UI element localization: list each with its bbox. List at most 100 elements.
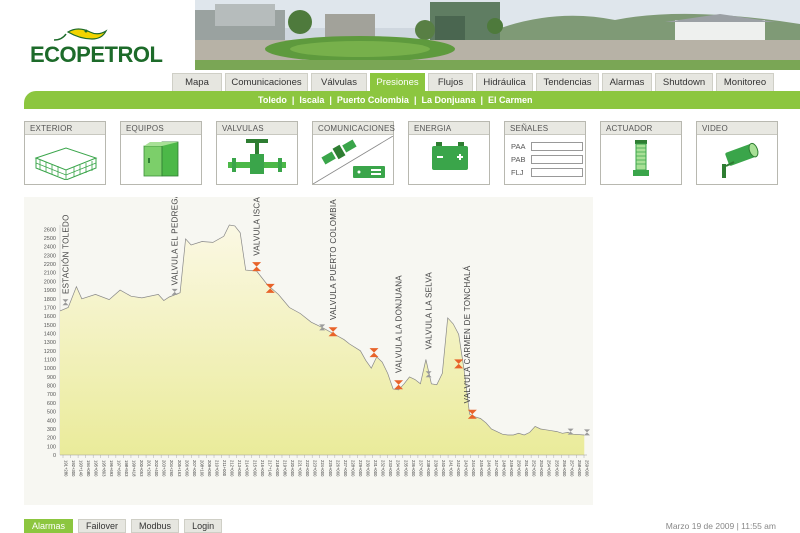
x-tick-label: 200+053 — [139, 460, 144, 477]
valve-marker — [584, 429, 590, 436]
x-tick-label: 206+060 — [184, 460, 189, 477]
tab-shutdown[interactable]: Shutdown — [655, 73, 713, 91]
signal-row-flj: FLJ — [511, 168, 583, 177]
tab-valvulas[interactable]: Válvulas — [311, 73, 367, 91]
login-button[interactable]: Login — [184, 519, 223, 533]
subnav-la-donjuana[interactable]: La Donjuana — [421, 95, 475, 105]
x-tick-label: 219+080 — [282, 460, 287, 477]
valve-label: VALVULA EL PEDREGAL — [171, 197, 180, 285]
tab-flujos[interactable]: Flujos — [428, 73, 473, 91]
x-tick-label: 211+000 — [222, 460, 227, 477]
x-tick-label: 217+140 — [267, 460, 272, 477]
x-tick-label: 244+000 — [471, 460, 476, 477]
x-tick-label: 249+000 — [509, 460, 514, 477]
x-tick-label: 207+000 — [192, 460, 197, 477]
signal-flj-field[interactable] — [531, 168, 583, 177]
tab-alarmas[interactable]: Alarmas — [602, 73, 652, 91]
signal-paa-field[interactable] — [531, 142, 583, 151]
x-tick-label: 201+260 — [147, 460, 152, 477]
valve-label: VALVULA CARMEN DE TONCHALÁ — [463, 265, 472, 403]
y-tick-label: 400 — [47, 418, 56, 424]
category-energia[interactable]: ENERGIA — [408, 121, 490, 185]
x-tick-label: 228+000 — [350, 460, 355, 477]
logo-text: ECOPETROL — [30, 42, 163, 67]
category-comunicaciones[interactable]: COMUNICACIONES — [312, 121, 395, 185]
valve-marker — [171, 288, 178, 295]
x-tick-label: 240+000 — [441, 460, 446, 477]
tab-monitoreo[interactable]: Monitoreo — [716, 73, 774, 91]
satellite-icon — [313, 136, 393, 184]
y-tick-label: 1500 — [44, 323, 56, 329]
x-tick-label: 210+000 — [215, 460, 220, 477]
x-tick-label: 243+000 — [464, 460, 469, 477]
x-tick-label: 224+000 — [320, 460, 325, 477]
x-tick-label: 212+000 — [230, 460, 235, 477]
x-tick-label: 204+260 — [169, 460, 174, 477]
x-tick-label: 246+000 — [486, 460, 491, 477]
y-tick-label: 200 — [47, 436, 56, 442]
valve-label: ESTACIÓN TOLEDO — [61, 214, 70, 294]
y-tick-label: 1600 — [44, 314, 56, 320]
x-tick-label: 238+000 — [426, 460, 431, 477]
y-tick-label: 800 — [47, 384, 56, 390]
category-valvulas[interactable]: VALVULAS — [216, 121, 298, 185]
cabinet-icon — [121, 136, 201, 184]
x-tick-label: 241+000 — [449, 460, 454, 477]
category-equipos[interactable]: EQUIPOS — [120, 121, 202, 185]
x-tick-label: 205+163 — [177, 460, 182, 477]
modbus-button[interactable]: Modbus — [131, 519, 180, 533]
x-tick-label: 194+080 — [86, 460, 91, 477]
x-tick-label: 254+000 — [547, 460, 552, 477]
category-exterior[interactable]: EXTERIOR — [24, 121, 106, 185]
subnav-puerto-colombia[interactable]: Puerto Colombia — [337, 95, 409, 105]
valve-icon — [217, 136, 297, 184]
subnav-toledo[interactable]: Toledo — [258, 95, 287, 105]
x-tick-label: 214+000 — [245, 460, 250, 477]
x-tick-label: 232+000 — [381, 460, 386, 477]
y-tick-label: 900 — [47, 375, 56, 381]
x-tick-label: 242+000 — [456, 460, 461, 477]
x-tick-label: 236+000 — [411, 460, 416, 477]
category-video[interactable]: VIDEO — [696, 121, 778, 185]
signal-row-paa: PAA — [511, 142, 583, 151]
y-tick-label: 700 — [47, 392, 56, 398]
x-tick-label: 198+503 — [124, 460, 129, 477]
y-tick-label: 2000 — [44, 279, 56, 285]
signal-pab-field[interactable] — [531, 155, 583, 164]
header-photo — [195, 0, 800, 70]
camera-icon — [697, 136, 777, 184]
x-tick-label: 237+000 — [418, 460, 423, 477]
main-tabs: Mapa Comunicaciones Válvulas Presiones F… — [172, 73, 774, 91]
y-tick-label: 1100 — [44, 358, 56, 364]
datetime-display: Marzo 19 de 2009 | 11:55 am — [665, 521, 776, 531]
failover-button[interactable]: Failover — [78, 519, 127, 533]
category-actuador[interactable]: ACTUADOR — [600, 121, 682, 185]
x-tick-label: 258+000 — [577, 460, 582, 477]
subnav-el-carmen[interactable]: El Carmen — [488, 95, 533, 105]
category-title: SEÑALES — [505, 122, 585, 135]
y-tick-label: 1000 — [44, 366, 56, 372]
x-tick-label: 231+000 — [373, 460, 378, 477]
chart-svg: 0 100 200 300 400 500 600 700 800 900 1000 1100 1200… — [44, 197, 590, 477]
y-tick-label: 1200 — [44, 349, 56, 355]
x-tick-label: 199+418 — [131, 460, 136, 477]
pressure-profile-chart: 0 100 200 300 400 500 600 700 800 900 1000 1100 1200… — [24, 197, 593, 505]
tab-tendencias[interactable]: Tendencias — [536, 73, 599, 91]
alarmas-button[interactable]: Alarmas — [24, 519, 74, 533]
x-tick-label: 220+000 — [290, 460, 295, 477]
tab-presiones[interactable]: Presiones — [370, 73, 425, 91]
pressure-area — [60, 225, 585, 455]
subnav-separator: | — [329, 95, 332, 105]
subnav-iscala[interactable]: Iscala — [299, 95, 324, 105]
y-tick-label: 0 — [53, 453, 56, 459]
x-tick-label: 247+000 — [494, 460, 499, 477]
x-tick-label: 216+000 — [260, 460, 265, 477]
x-tick-label: 229+000 — [358, 460, 363, 477]
tab-hidraulica[interactable]: Hidráulica — [476, 73, 533, 91]
tab-mapa[interactable]: Mapa — [172, 73, 222, 91]
category-title: ACTUADOR — [601, 122, 681, 135]
x-tick-label: 225+000 — [328, 460, 333, 477]
category-title: ENERGIA — [409, 122, 489, 135]
tab-comunicaciones[interactable]: Comunicaciones — [225, 73, 308, 91]
x-tick-label: 252+000 — [532, 460, 537, 477]
